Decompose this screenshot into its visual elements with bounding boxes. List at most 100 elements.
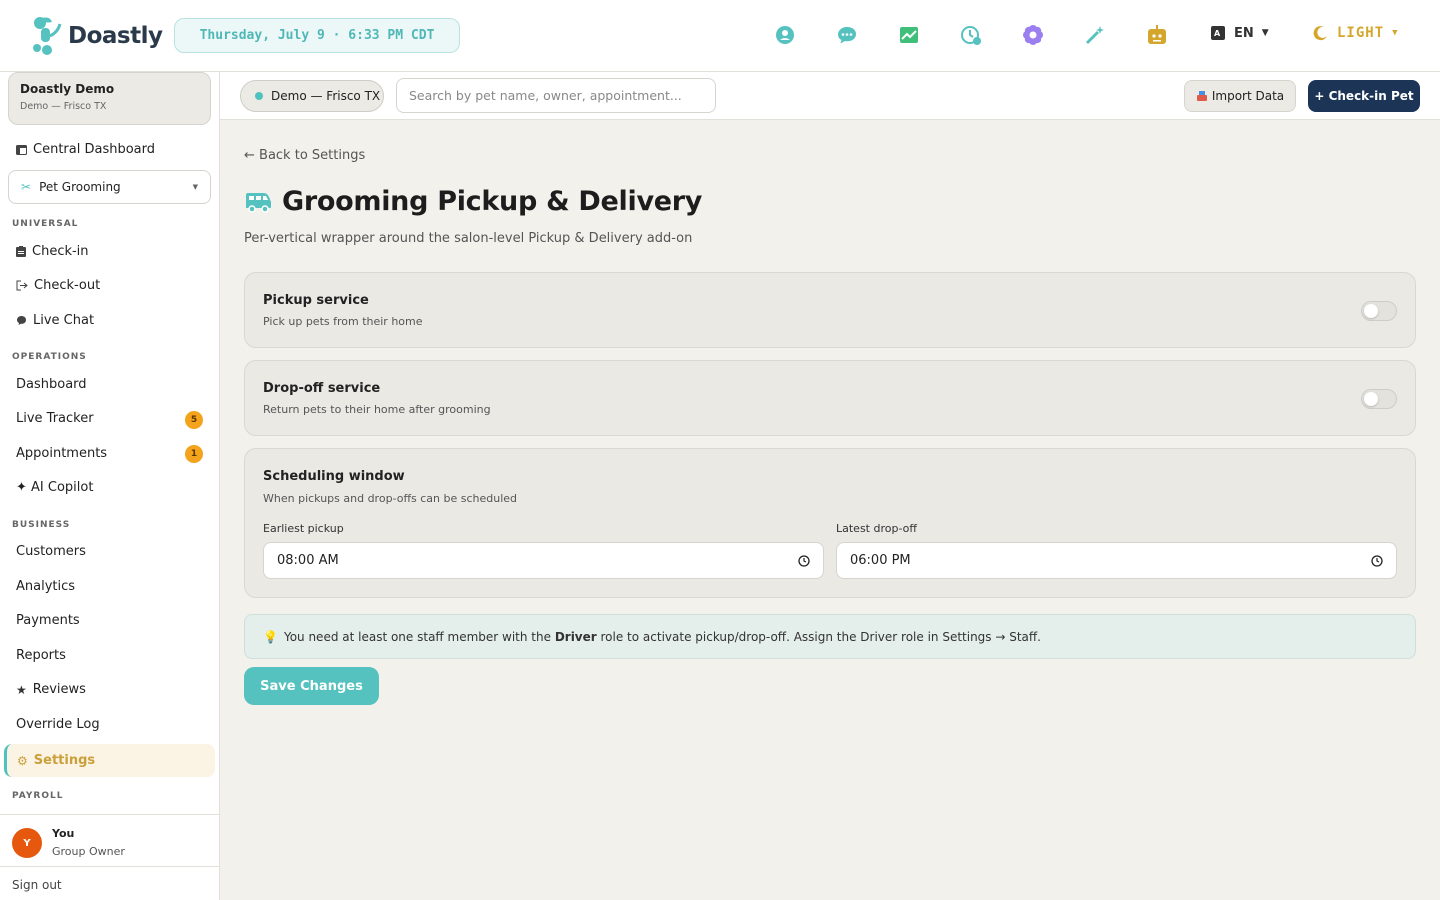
lightbulb-icon: 💡: [263, 629, 278, 644]
chat-bubble-icon: [17, 316, 26, 325]
org-switcher[interactable]: Doastly Demo Demo — Frisco TX: [8, 72, 211, 125]
app-logo[interactable]: Doastly: [30, 14, 163, 58]
earliest-pickup-input[interactable]: 08:00 AM: [263, 542, 824, 579]
content-header: Demo — Frisco TX Search by pet name, own…: [220, 72, 1440, 120]
sidebar-item-label: Appointments: [16, 446, 108, 461]
section-payroll: PAYROLL: [12, 791, 64, 801]
translate-icon: A: [1211, 26, 1225, 40]
clipboard-icon: [16, 246, 26, 257]
pickup-service-card: Pickup service Pick up pets from their h…: [244, 272, 1416, 348]
page-header: Grooming Pickup & Delivery: [244, 186, 702, 217]
sidebar-item-payments[interactable]: Payments: [16, 613, 80, 628]
notice-text: You need at least one staff member with …: [284, 630, 1041, 644]
van-icon: [246, 192, 271, 213]
earliest-pickup-label: Earliest pickup: [263, 522, 344, 535]
moon-icon: [1313, 26, 1327, 41]
exit-icon: [16, 280, 28, 291]
theme-label: LIGHT: [1337, 25, 1385, 41]
sidebar-item-override-log[interactable]: Override Log: [16, 717, 100, 732]
clock-icon[interactable]: [1371, 554, 1383, 567]
clock-icon[interactable]: [960, 24, 982, 46]
user-profile[interactable]: Y You Group Owner: [0, 814, 219, 866]
sidebar-item-reports[interactable]: Reports: [16, 648, 66, 663]
sidebar-item-check-in[interactable]: Check-in: [16, 244, 89, 259]
dropoff-toggle[interactable]: [1361, 389, 1397, 409]
gear-icon: ⚙: [17, 753, 28, 768]
notice-prefix: You need at least one staff member with …: [283, 629, 551, 644]
dashboard-icon: [16, 144, 27, 155]
magic-wand-icon[interactable]: [1084, 24, 1106, 46]
sidebar-item-label: Live Tracker: [16, 411, 94, 426]
location-selector[interactable]: Demo — Frisco TX: [240, 80, 384, 112]
language-selector[interactable]: A EN ▼: [1210, 25, 1269, 41]
clock-icon[interactable]: [798, 554, 810, 567]
time-value: 06:00 PM: [850, 553, 911, 568]
live-tracker-count-badge: 5: [185, 411, 203, 429]
org-name: Doastly Demo: [20, 82, 115, 96]
avatar: Y: [12, 828, 42, 858]
pickup-toggle[interactable]: [1361, 301, 1397, 321]
sidebar-item-label: Reviews: [32, 682, 86, 697]
support-icon[interactable]: [774, 24, 796, 46]
sidebar-item-reviews[interactable]: ★ Reviews: [16, 682, 86, 697]
search-input[interactable]: Search by pet name, owner, appointment..…: [396, 78, 716, 113]
location-label: Demo — Frisco TX: [271, 89, 381, 103]
sidebar-item-label: Dashboard: [16, 377, 87, 392]
sidebar-item-customers[interactable]: Customers: [16, 544, 86, 559]
check-in-pet-button[interactable]: + Check-in Pet: [1308, 80, 1420, 112]
chat-icon[interactable]: [836, 24, 858, 46]
org-location: Demo — Frisco TX: [20, 101, 107, 112]
notice-suffix: role to activate pickup/drop-off. Assign…: [600, 629, 1041, 644]
sign-out-link[interactable]: Sign out: [0, 866, 219, 900]
svg-text:A: A: [1214, 29, 1221, 38]
section-business: BUSINESS: [12, 520, 71, 530]
language-label: EN: [1234, 25, 1254, 41]
sidebar: Doastly Demo Demo — Frisco TX Central Da…: [0, 72, 220, 900]
sidebar-item-live-tracker[interactable]: Live Tracker: [16, 411, 94, 426]
sidebar-item-settings[interactable]: ⚙ Settings: [4, 744, 215, 777]
sidebar-item-check-out[interactable]: Check-out: [16, 278, 100, 293]
theme-selector[interactable]: LIGHT ▼: [1313, 25, 1399, 41]
status-dot-icon: [255, 92, 263, 100]
caret-down-icon: ▼: [192, 183, 198, 191]
date-time-display: Thursday, July 9 · 6:33 PM CDT: [174, 18, 460, 53]
time-value: 08:00 AM: [277, 553, 339, 568]
top-bar: Doastly Thursday, July 9 · 6:33 PM CDT A…: [0, 0, 1440, 72]
save-changes-button[interactable]: Save Changes: [244, 667, 379, 705]
sidebar-item-appointments[interactable]: Appointments: [16, 446, 107, 461]
app-name: Doastly: [68, 23, 163, 49]
robot-icon[interactable]: [1146, 24, 1168, 46]
card-description: Pick up pets from their home: [263, 315, 423, 328]
sidebar-item-central-dashboard[interactable]: Central Dashboard: [16, 142, 155, 157]
sidebar-item-ai-copilot[interactable]: ✦ AI Copilot: [16, 480, 93, 495]
sidebar-item-label: Analytics: [16, 579, 76, 594]
dropoff-service-card: Drop-off service Return pets to their ho…: [244, 360, 1416, 436]
star-icon: ★: [16, 682, 27, 697]
chart-icon[interactable]: [898, 24, 920, 46]
card-title: Drop-off service: [263, 381, 381, 396]
page-subtitle: Per-vertical wrapper around the salon-le…: [244, 231, 693, 246]
sidebar-item-label: Check-in: [32, 244, 89, 259]
import-data-button[interactable]: Import Data: [1184, 80, 1296, 112]
scissors-icon: ✂: [21, 180, 32, 194]
sidebar-item-analytics[interactable]: Analytics: [16, 579, 75, 594]
sidebar-item-label: Central Dashboard: [33, 142, 155, 157]
sidebar-item-label: Reports: [16, 648, 66, 663]
vertical-selector[interactable]: ✂ Pet Grooming ▼: [8, 170, 211, 204]
sidebar-item-label: Override Log: [16, 717, 100, 732]
latest-dropoff-input[interactable]: 06:00 PM: [836, 542, 1397, 579]
flower-icon[interactable]: [1022, 24, 1044, 46]
sidebar-item-live-chat[interactable]: Live Chat: [16, 313, 94, 328]
driver-role-notice: 💡 You need at least one staff member wit…: [244, 614, 1416, 659]
caret-down-icon: ▼: [1392, 28, 1399, 38]
vertical-label: Pet Grooming: [39, 180, 121, 194]
dog-logo-icon: [33, 17, 62, 55]
sidebar-item-label: Live Chat: [33, 313, 95, 328]
section-operations: OPERATIONS: [12, 352, 87, 362]
latest-dropoff-label: Latest drop-off: [836, 522, 917, 535]
sidebar-item-label: Settings: [33, 753, 96, 768]
sidebar-item-dashboard[interactable]: Dashboard: [16, 377, 87, 392]
back-to-settings-link[interactable]: ← Back to Settings: [244, 148, 365, 163]
sidebar-item-label: ✦ AI Copilot: [16, 480, 94, 495]
card-description: When pickups and drop-offs can be schedu…: [263, 492, 518, 505]
